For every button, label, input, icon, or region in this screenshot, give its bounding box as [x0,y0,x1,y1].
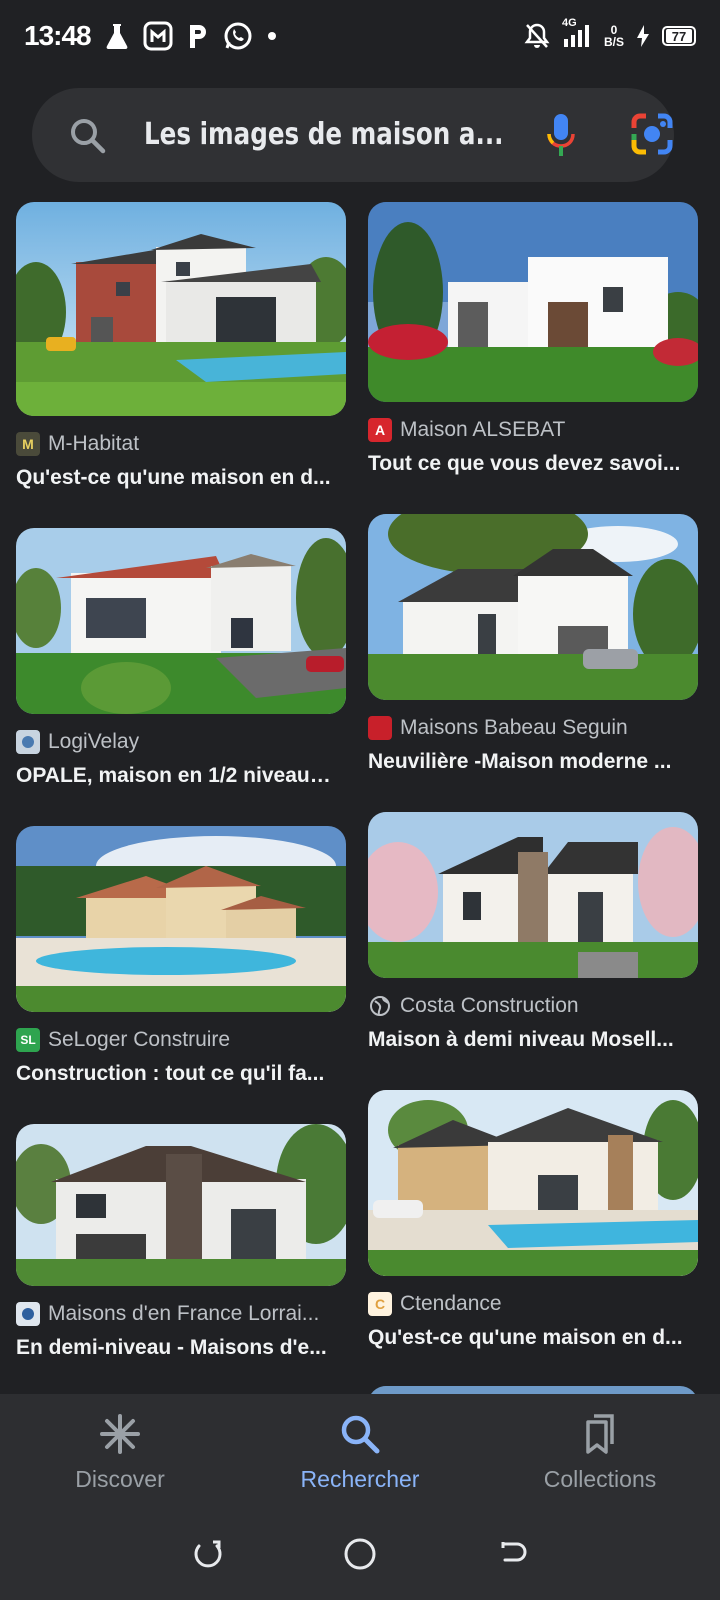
result-title[interactable]: Construction : tout ce qu'il fa... [16,1062,332,1086]
app-icon [143,21,173,51]
mute-icon [524,22,550,50]
result-card[interactable]: M M-Habitat Qu'est-ce qu'une maison en d… [16,202,346,490]
search-icon [341,1415,380,1454]
result-source: Ctendance [400,1292,502,1315]
result-source: Costa Construction [400,994,579,1017]
result-image-house[interactable] [16,1124,346,1286]
whatsapp-icon [223,21,253,51]
results-column-left: M M-Habitat Qu'est-ce qu'une maison en d… [16,202,346,1456]
result-image-house[interactable] [368,1090,698,1276]
babeau-seguin-logo-icon [368,716,392,740]
result-title[interactable]: Neuvilière -Maison moderne ... [368,750,684,774]
tab-search[interactable]: Rechercher [240,1394,480,1508]
result-card[interactable]: A Maison ALSEBAT Tout ce que vous devez … [368,202,698,476]
result-image-house[interactable] [16,528,346,714]
search-icon[interactable] [68,116,108,161]
system-navigation-bar [0,1508,720,1600]
tab-discover[interactable]: Discover [0,1394,240,1508]
alsebat-logo-icon: A [368,418,392,442]
result-source: SeLoger Construire [48,1028,231,1051]
result-title[interactable]: Tout ce que vous devez savoi... [368,452,684,476]
result-source: LogiVelay [48,730,140,753]
result-source: Maisons Babeau Seguin [400,716,628,739]
logivelay-logo-icon [16,730,40,754]
result-source: Maisons d'en France Lorrai... [48,1302,320,1325]
result-card[interactable]: Costa Construction Maison à demi niveau … [368,812,698,1052]
result-card[interactable]: C Ctendance Qu'est-ce qu'une maison en d… [368,1090,698,1350]
result-title[interactable]: Maison à demi niveau Mosell... [368,1028,684,1052]
search-query[interactable]: Les images de maison a... [144,88,505,182]
bookmarks-icon [586,1414,614,1454]
result-image-house[interactable] [368,514,698,700]
result-title[interactable]: OPALE, maison en 1/2 niveau,... [16,764,332,788]
data-speed: 0 B/S [603,23,624,49]
signal-icon: 4G [562,17,592,49]
network-type: 4G [561,17,577,29]
battery-icon: 77 [662,26,696,46]
globe-icon [368,994,392,1018]
tab-collections-label: Collections [543,1466,657,1492]
status-bar: 13:48 4G 0 B/S 77 [0,0,720,72]
result-title[interactable]: Qu'est-ce qu'une maison en d... [16,466,332,490]
results-column-right: A Maison ALSEBAT Tout ce que vous devez … [368,202,698,1446]
seloger-logo-icon: SL [16,1028,40,1052]
status-time: 13:48 [24,20,92,51]
tab-collections[interactable]: Collections [480,1394,720,1508]
home-icon[interactable] [342,1536,378,1572]
result-image-house[interactable] [368,812,698,978]
result-card[interactable]: SL SeLoger Construire Construction : tou… [16,826,346,1086]
flask-icon [105,22,129,50]
result-image-house[interactable] [368,202,698,402]
bottom-navigation: Discover Rechercher Collections [0,1394,720,1508]
mic-icon[interactable] [546,112,576,165]
result-title[interactable]: Qu'est-ce qu'une maison en d... [368,1326,684,1350]
tab-search-label: Rechercher [300,1466,420,1492]
tab-discover-label: Discover [75,1466,165,1492]
result-image-house[interactable] [16,826,346,1012]
search-bar[interactable]: Les images de maison a... [32,88,674,182]
notification-dot-icon [267,31,277,41]
camera-lens-icon[interactable] [630,112,674,161]
asterisk-icon [100,1414,140,1454]
back-icon[interactable] [495,1536,531,1572]
result-title[interactable]: En demi-niveau - Maisons d'e... [16,1336,332,1360]
p-icon [187,22,209,50]
maisons-france-logo-icon [16,1302,40,1326]
result-source: Maison ALSEBAT [400,418,566,441]
ctendance-logo-icon: C [368,1292,392,1316]
result-source: M-Habitat [48,432,140,455]
m-habitat-logo-icon: M [16,432,40,456]
result-card[interactable]: LogiVelay OPALE, maison en 1/2 niveau,..… [16,528,346,788]
result-image-house[interactable] [16,202,346,416]
result-card[interactable]: Maisons Babeau Seguin Neuvilière -Maison… [368,514,698,774]
result-card[interactable]: Maisons d'en France Lorrai... En demi-ni… [16,1124,346,1360]
charging-icon [636,24,650,48]
battery-level: 77 [666,29,692,44]
recent-apps-icon[interactable] [189,1536,225,1572]
